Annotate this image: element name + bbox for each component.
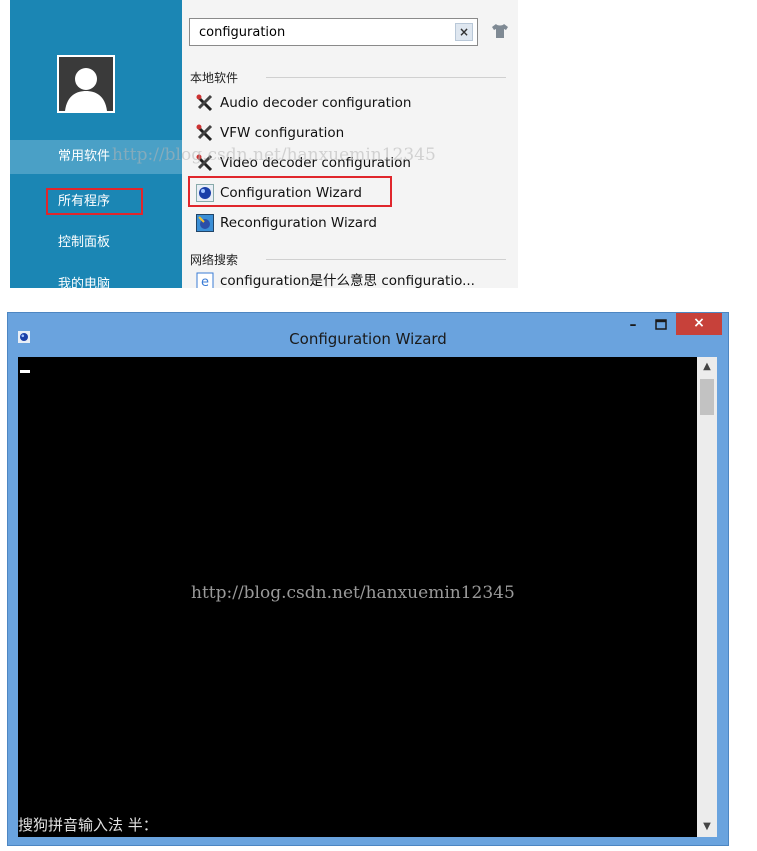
search-box: × — [189, 18, 478, 46]
result-label: VFW configuration — [220, 125, 345, 141]
section-divider — [266, 259, 506, 260]
nav-my-computer[interactable]: 我的电脑 — [10, 268, 182, 288]
close-button[interactable]: × — [676, 313, 722, 335]
start-menu: 常用软件 所有程序 控制面板 我的电脑 × 本地软件 Audio decoder… — [10, 0, 518, 288]
search-input[interactable] — [199, 19, 439, 45]
tshirt-skin-icon[interactable] — [491, 23, 509, 39]
wizard-icon — [196, 214, 214, 232]
minimize-button[interactable]: – — [622, 315, 644, 337]
ie-icon: e — [196, 272, 214, 288]
title-bar[interactable]: Configuration Wizard – × — [8, 313, 728, 357]
highlight-box-all-programs — [46, 188, 143, 215]
vertical-scrollbar[interactable]: ▲ ▼ — [697, 357, 717, 837]
watermark-text: http://blog.csdn.net/hanxuemin12345 — [191, 583, 515, 603]
nav-control-panel[interactable]: 控制面板 — [10, 226, 182, 260]
maximize-button[interactable] — [650, 315, 672, 337]
result-reconfiguration-wizard[interactable]: Reconfiguration Wizard — [196, 210, 377, 236]
result-label: Audio decoder configuration — [220, 95, 412, 111]
section-header-web-search: 网络搜索 — [190, 252, 239, 267]
result-vfw-configuration[interactable]: VFW configuration — [196, 120, 344, 146]
ime-status-text: 搜狗拼音输入法 半： — [18, 816, 158, 834]
text-cursor — [20, 370, 30, 373]
clear-search-button[interactable]: × — [455, 23, 473, 41]
tools-icon — [196, 94, 214, 112]
scroll-up-arrow-icon[interactable]: ▲ — [697, 359, 717, 375]
user-avatar[interactable] — [57, 55, 115, 113]
user-silhouette-icon — [65, 68, 107, 111]
web-result-label: configuration是什么意思 configuratio... — [220, 273, 475, 288]
console-window: Configuration Wizard – × http://blog.csd… — [7, 312, 729, 846]
watermark-text: http://blog.csdn.net/hanxuemin12345 — [112, 145, 436, 165]
result-audio-decoder-configuration[interactable]: Audio decoder configuration — [196, 90, 412, 116]
section-divider — [266, 77, 506, 78]
maximize-icon — [655, 319, 667, 330]
console-output[interactable]: http://blog.csdn.net/hanxuemin12345 搜狗拼音… — [18, 357, 697, 837]
highlight-box-configuration-wizard — [188, 176, 392, 207]
scrollbar-thumb[interactable] — [700, 379, 714, 415]
start-menu-sidebar: 常用软件 所有程序 控制面板 我的电脑 — [10, 0, 182, 288]
search-results-pane: × 本地软件 Audio decoder configuration VFW c… — [112, 0, 518, 288]
scroll-down-arrow-icon[interactable]: ▼ — [697, 819, 717, 835]
web-result-configuration-meaning[interactable]: e configuration是什么意思 configuratio... — [196, 268, 475, 288]
result-label: Reconfiguration Wizard — [220, 215, 377, 231]
section-header-local-software: 本地软件 — [190, 70, 239, 85]
tools-icon — [196, 124, 214, 142]
svg-text:e: e — [201, 275, 209, 288]
